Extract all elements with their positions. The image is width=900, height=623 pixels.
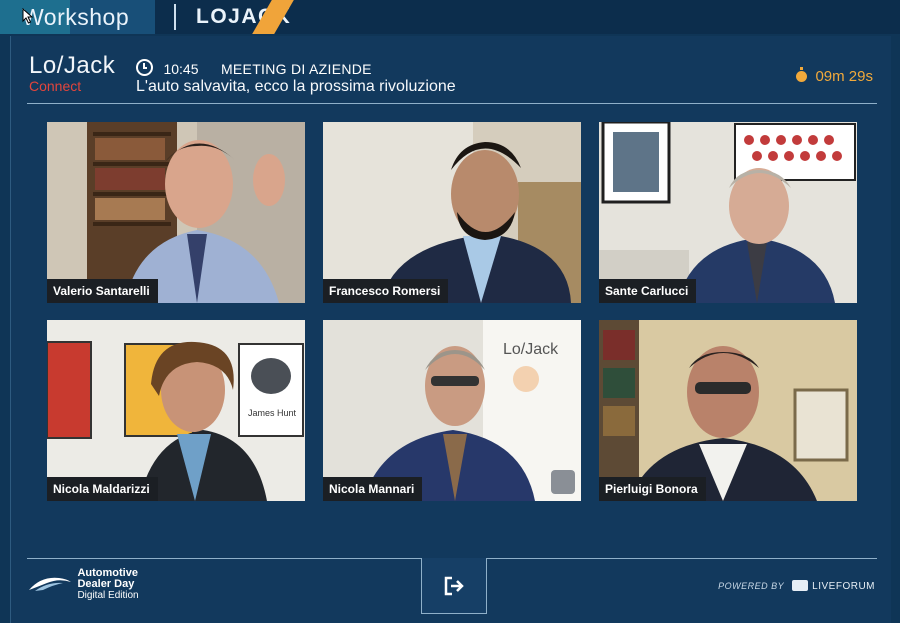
exit-button[interactable]	[421, 558, 487, 614]
video-tile-nicola-maldarizzi[interactable]: James Hunt Nicola Maldarizzi	[47, 320, 305, 501]
video-tile-pierluigi-bonora[interactable]: Pierluigi Bonora	[599, 320, 857, 501]
lojack-connect-logo: Lo/Jack Connect	[29, 52, 115, 94]
meeting-panel: Lo/Jack Connect 10:45 MEETING DI AZIENDE…	[10, 36, 891, 623]
video-feed: James Hunt	[47, 320, 305, 501]
powered-by-label: POWERED BY	[718, 581, 785, 591]
video-feed	[599, 122, 857, 303]
poster-text: James Hunt	[248, 408, 297, 418]
liveforum-name: LIVEFORUM	[812, 581, 875, 592]
event-name-line2: Dealer Day	[77, 578, 135, 590]
automotive-dealer-day-logo: Automotive Dealer Day Digital Edition	[29, 568, 139, 601]
participant-name: Francesco Romersi	[323, 279, 449, 303]
participant-name: Nicola Mannari	[323, 477, 423, 501]
liveforum-icon	[792, 580, 809, 591]
exit-icon	[444, 576, 464, 595]
meeting-header: 10:45 MEETING DI AZIENDE	[136, 59, 372, 79]
meeting-type: MEETING DI AZIENDE	[220, 61, 372, 77]
event-edition: Digital Edition	[77, 590, 139, 601]
video-tile-sante-carlucci[interactable]: Sante Carlucci	[599, 122, 857, 303]
participant-name: Nicola Maldarizzi	[47, 477, 158, 501]
topbar-divider	[174, 4, 176, 30]
countdown-timer: 09m 29s	[796, 67, 873, 85]
wave-logo-icon	[29, 577, 71, 591]
participant-name: Pierluigi Bonora	[599, 477, 706, 501]
video-tile-nicola-mannari[interactable]: Lo/Jack Nicola Mannari	[323, 320, 581, 501]
top-bar: Workshop LOJACK	[0, 0, 900, 34]
video-feed	[599, 320, 857, 501]
video-feed: Lo/Jack	[323, 320, 581, 501]
participant-name: Sante Carlucci	[599, 279, 697, 303]
powered-by: POWERED BY LIVEFORUM	[718, 580, 875, 592]
video-feed	[47, 122, 305, 303]
video-tile-francesco-romersi[interactable]: Francesco Romersi	[323, 122, 581, 303]
header-divider	[27, 103, 877, 104]
video-tile-valerio-santarelli[interactable]: Valerio Santarelli	[47, 122, 305, 303]
stopwatch-icon	[796, 67, 808, 82]
meeting-time: 10:45	[163, 61, 199, 77]
mouse-cursor-icon	[22, 8, 34, 24]
meeting-title: L'auto salvavita, ecco la prossima rivol…	[136, 78, 456, 95]
banner-logo-text: Lo/Jack	[503, 341, 559, 358]
logo-text: Lo/Jack	[29, 52, 116, 79]
workshop-label: Workshop	[22, 4, 130, 30]
clock-icon	[136, 59, 153, 76]
timer-value: 09m 29s	[815, 68, 873, 85]
footer-divider	[485, 558, 877, 559]
footer-divider	[27, 558, 421, 559]
video-feed	[323, 122, 581, 303]
logo-subtext: Connect	[29, 78, 82, 94]
participant-name: Valerio Santarelli	[47, 279, 158, 303]
